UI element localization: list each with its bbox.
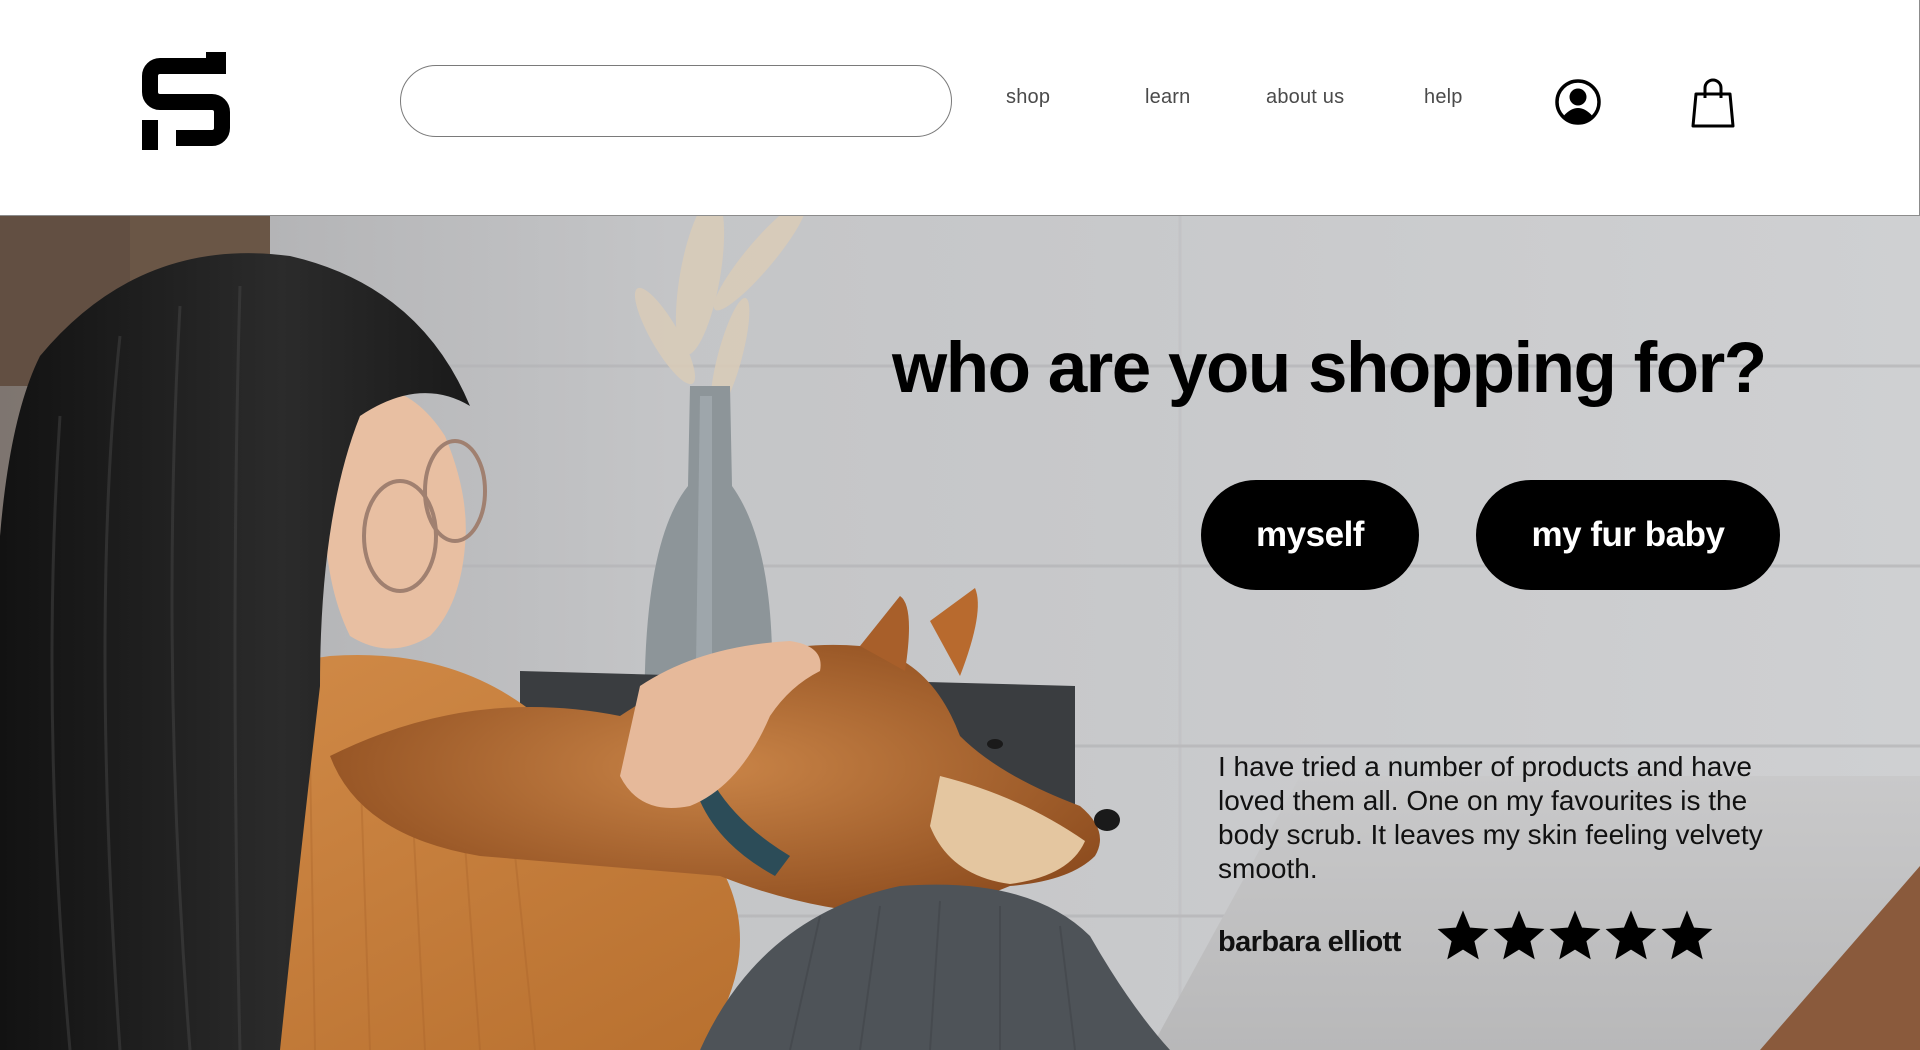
hero-headline: who are you shopping for?: [892, 329, 1767, 408]
shop-for-myself-button[interactable]: myself: [1201, 480, 1419, 590]
star-filled-icon: [1437, 910, 1489, 960]
star-filled-icon: [1605, 910, 1657, 960]
shop-for-fur-baby-button[interactable]: my fur baby: [1476, 480, 1780, 590]
site-header: shop learn about us help: [0, 0, 1920, 216]
star-rating: [1436, 910, 1714, 962]
nav-help-link[interactable]: help: [1424, 86, 1463, 109]
nav-about-us-link[interactable]: about us: [1266, 86, 1344, 109]
star-filled-icon: [1549, 910, 1601, 960]
search-input[interactable]: [400, 65, 952, 137]
star-filled-icon: [1661, 910, 1713, 960]
shopping-bag-icon[interactable]: [1690, 76, 1736, 130]
nav-learn-link[interactable]: learn: [1145, 86, 1190, 109]
brand-logo-icon[interactable]: [138, 52, 234, 150]
testimonial-quote: I have tried a number of products and ha…: [1218, 751, 1763, 884]
testimonial-author: barbara elliott: [1218, 926, 1401, 958]
nav-shop-link[interactable]: shop: [1006, 86, 1050, 109]
user-circle-icon[interactable]: [1554, 78, 1602, 126]
hero-section: who are you shopping for? myself my fur …: [0, 216, 1920, 1050]
star-filled-icon: [1493, 910, 1545, 960]
